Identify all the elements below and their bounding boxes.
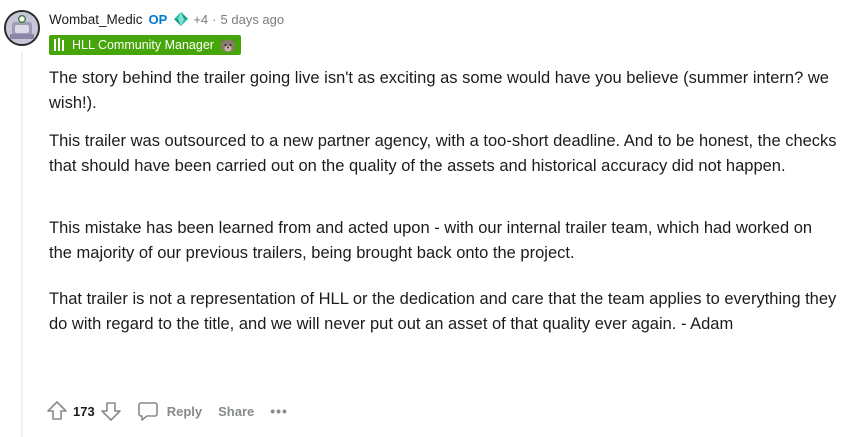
downvote-arrow-icon [100, 402, 121, 421]
timestamp[interactable]: 5 days ago [221, 12, 285, 27]
op-badge: OP [148, 11, 168, 27]
upvote-button[interactable] [45, 399, 69, 423]
user-flair: HLL Community Manager [49, 35, 241, 55]
avatar[interactable] [4, 10, 40, 46]
comment-paragraph: That trailer is not a representation of … [49, 290, 837, 333]
comment-paragraph: The story behind the trailer going live … [49, 69, 829, 112]
thread-line[interactable] [21, 52, 23, 437]
award-gem-icon[interactable] [173, 11, 189, 27]
comment-actions: 173 Reply Share ••• [45, 398, 288, 424]
share-button[interactable]: Share [218, 404, 254, 419]
award-count[interactable]: +4 [193, 12, 208, 27]
comment-paragraph: This mistake has been learned from and a… [49, 219, 813, 262]
more-options-button[interactable]: ••• [270, 403, 288, 419]
flair-text: HLL Community Manager [72, 38, 214, 52]
downvote-button[interactable] [99, 399, 123, 423]
hll-logo-icon [54, 38, 64, 51]
author-name[interactable]: Wombat_Medic [49, 12, 143, 27]
vote-score: 173 [73, 403, 95, 419]
reply-label: Reply [166, 403, 203, 419]
comment-body: The story behind the trailer going live … [49, 66, 839, 346]
avatar-icon [6, 12, 38, 44]
comment-paragraph: This trailer was outsourced to a new par… [49, 132, 837, 175]
wolf-emoji-icon [220, 38, 235, 52]
meta-separator: · [212, 11, 217, 27]
reply-button[interactable]: Reply [137, 400, 202, 422]
comment-meta: Wombat_Medic OP +4 · 5 days ago [49, 10, 284, 28]
comment: Wombat_Medic OP +4 · 5 days ago HLL Comm… [0, 0, 859, 437]
comment-bubble-icon [137, 402, 158, 421]
upvote-arrow-icon [47, 401, 67, 420]
